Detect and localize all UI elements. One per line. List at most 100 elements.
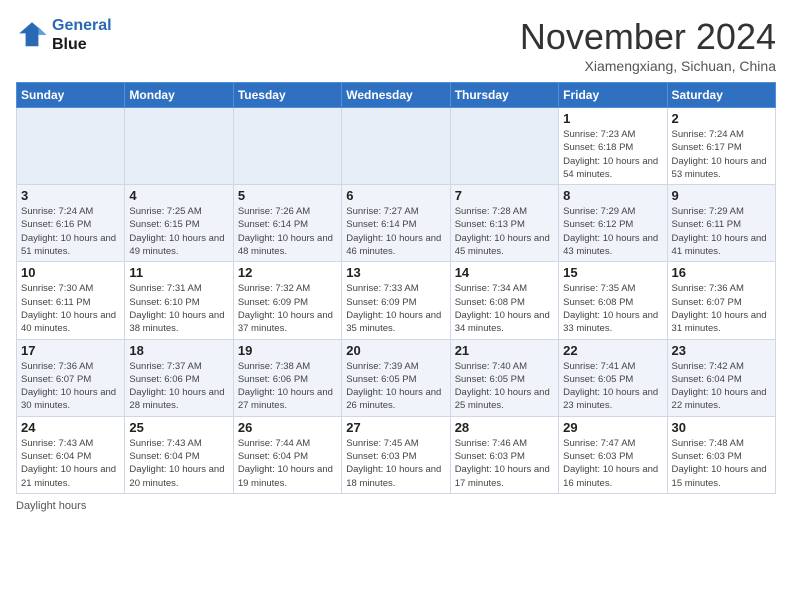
calendar-week-1: 3 Sunrise: 7:24 AM Sunset: 6:16 PM Daylig… <box>17 185 776 262</box>
calendar-cell: 17 Sunrise: 7:36 AM Sunset: 6:07 PM Dayli… <box>17 339 125 416</box>
calendar-cell: 10 Sunrise: 7:30 AM Sunset: 6:11 PM Dayli… <box>17 262 125 339</box>
day-number: 10 <box>21 265 120 280</box>
calendar-body: 1 Sunrise: 7:23 AM Sunset: 6:18 PM Daylig… <box>17 108 776 494</box>
day-number: 7 <box>455 188 554 203</box>
day-header-thursday: Thursday <box>450 83 558 108</box>
day-number: 30 <box>672 420 771 435</box>
day-info: Sunrise: 7:37 AM Sunset: 6:06 PM Dayligh… <box>129 360 228 413</box>
title-block: November 2024 Xiamengxiang, Sichuan, Chi… <box>520 16 776 74</box>
calendar-cell <box>125 108 233 185</box>
day-header-wednesday: Wednesday <box>342 83 450 108</box>
day-header-saturday: Saturday <box>667 83 775 108</box>
calendar-cell: 11 Sunrise: 7:31 AM Sunset: 6:10 PM Dayli… <box>125 262 233 339</box>
day-number: 9 <box>672 188 771 203</box>
day-number: 16 <box>672 265 771 280</box>
day-header-monday: Monday <box>125 83 233 108</box>
day-info: Sunrise: 7:43 AM Sunset: 6:04 PM Dayligh… <box>21 437 120 490</box>
day-number: 13 <box>346 265 445 280</box>
day-info: Sunrise: 7:36 AM Sunset: 6:07 PM Dayligh… <box>672 282 771 335</box>
day-number: 17 <box>21 343 120 358</box>
day-info: Sunrise: 7:30 AM Sunset: 6:11 PM Dayligh… <box>21 282 120 335</box>
day-info: Sunrise: 7:42 AM Sunset: 6:04 PM Dayligh… <box>672 360 771 413</box>
day-info: Sunrise: 7:45 AM Sunset: 6:03 PM Dayligh… <box>346 437 445 490</box>
day-number: 21 <box>455 343 554 358</box>
day-info: Sunrise: 7:33 AM Sunset: 6:09 PM Dayligh… <box>346 282 445 335</box>
day-header-sunday: Sunday <box>17 83 125 108</box>
month-title: November 2024 <box>520 16 776 58</box>
page-header: General Blue November 2024 Xiamengxiang,… <box>16 16 776 74</box>
day-info: Sunrise: 7:25 AM Sunset: 6:15 PM Dayligh… <box>129 205 228 258</box>
day-info: Sunrise: 7:47 AM Sunset: 6:03 PM Dayligh… <box>563 437 662 490</box>
calendar-cell: 26 Sunrise: 7:44 AM Sunset: 6:04 PM Dayli… <box>233 416 341 493</box>
day-number: 2 <box>672 111 771 126</box>
day-info: Sunrise: 7:29 AM Sunset: 6:12 PM Dayligh… <box>563 205 662 258</box>
day-number: 14 <box>455 265 554 280</box>
day-number: 20 <box>346 343 445 358</box>
calendar-cell <box>233 108 341 185</box>
day-info: Sunrise: 7:23 AM Sunset: 6:18 PM Dayligh… <box>563 128 662 181</box>
day-info: Sunrise: 7:26 AM Sunset: 6:14 PM Dayligh… <box>238 205 337 258</box>
day-number: 24 <box>21 420 120 435</box>
calendar-cell: 15 Sunrise: 7:35 AM Sunset: 6:08 PM Dayli… <box>559 262 667 339</box>
calendar-header-row: SundayMondayTuesdayWednesdayThursdayFrid… <box>17 83 776 108</box>
daylight-label: Daylight hours <box>16 500 86 512</box>
day-number: 26 <box>238 420 337 435</box>
logo-icon <box>16 19 48 51</box>
calendar-cell: 7Sunrise: 7:28 AM Sunset: 6:13 PM Daylig… <box>450 185 558 262</box>
day-number: 8 <box>563 188 662 203</box>
calendar-cell: 1 Sunrise: 7:23 AM Sunset: 6:18 PM Daylig… <box>559 108 667 185</box>
day-info: Sunrise: 7:43 AM Sunset: 6:04 PM Dayligh… <box>129 437 228 490</box>
day-number: 27 <box>346 420 445 435</box>
calendar-cell: 2Sunrise: 7:24 AM Sunset: 6:17 PM Daylig… <box>667 108 775 185</box>
logo-line1: General <box>52 17 112 34</box>
calendar-cell: 20 Sunrise: 7:39 AM Sunset: 6:05 PM Dayli… <box>342 339 450 416</box>
day-info: Sunrise: 7:40 AM Sunset: 6:05 PM Dayligh… <box>455 360 554 413</box>
day-info: Sunrise: 7:48 AM Sunset: 6:03 PM Dayligh… <box>672 437 771 490</box>
calendar-cell: 24 Sunrise: 7:43 AM Sunset: 6:04 PM Dayli… <box>17 416 125 493</box>
calendar-cell: 23 Sunrise: 7:42 AM Sunset: 6:04 PM Dayli… <box>667 339 775 416</box>
calendar-cell: 3 Sunrise: 7:24 AM Sunset: 6:16 PM Daylig… <box>17 185 125 262</box>
calendar-week-2: 10 Sunrise: 7:30 AM Sunset: 6:11 PM Dayli… <box>17 262 776 339</box>
day-header-tuesday: Tuesday <box>233 83 341 108</box>
footer: Daylight hours <box>16 500 776 512</box>
calendar-table: SundayMondayTuesdayWednesdayThursdayFrid… <box>16 82 776 494</box>
calendar-cell: 18Sunrise: 7:37 AM Sunset: 6:06 PM Dayli… <box>125 339 233 416</box>
day-info: Sunrise: 7:38 AM Sunset: 6:06 PM Dayligh… <box>238 360 337 413</box>
day-info: Sunrise: 7:34 AM Sunset: 6:08 PM Dayligh… <box>455 282 554 335</box>
day-number: 3 <box>21 188 120 203</box>
day-info: Sunrise: 7:31 AM Sunset: 6:10 PM Dayligh… <box>129 282 228 335</box>
day-info: Sunrise: 7:29 AM Sunset: 6:11 PM Dayligh… <box>672 205 771 258</box>
calendar-cell: 9 Sunrise: 7:29 AM Sunset: 6:11 PM Daylig… <box>667 185 775 262</box>
day-info: Sunrise: 7:36 AM Sunset: 6:07 PM Dayligh… <box>21 360 120 413</box>
calendar-cell: 25Sunrise: 7:43 AM Sunset: 6:04 PM Dayli… <box>125 416 233 493</box>
day-number: 1 <box>563 111 662 126</box>
day-info: Sunrise: 7:39 AM Sunset: 6:05 PM Dayligh… <box>346 360 445 413</box>
day-number: 5 <box>238 188 337 203</box>
day-info: Sunrise: 7:32 AM Sunset: 6:09 PM Dayligh… <box>238 282 337 335</box>
calendar-cell: 12 Sunrise: 7:32 AM Sunset: 6:09 PM Dayli… <box>233 262 341 339</box>
day-info: Sunrise: 7:27 AM Sunset: 6:14 PM Dayligh… <box>346 205 445 258</box>
logo: General Blue <box>16 16 112 54</box>
calendar-cell: 13 Sunrise: 7:33 AM Sunset: 6:09 PM Dayli… <box>342 262 450 339</box>
day-info: Sunrise: 7:44 AM Sunset: 6:04 PM Dayligh… <box>238 437 337 490</box>
calendar-week-3: 17 Sunrise: 7:36 AM Sunset: 6:07 PM Dayli… <box>17 339 776 416</box>
calendar-cell: 5 Sunrise: 7:26 AM Sunset: 6:14 PM Daylig… <box>233 185 341 262</box>
day-number: 23 <box>672 343 771 358</box>
day-number: 6 <box>346 188 445 203</box>
day-number: 12 <box>238 265 337 280</box>
calendar-cell: 27 Sunrise: 7:45 AM Sunset: 6:03 PM Dayli… <box>342 416 450 493</box>
logo-line2: Blue <box>52 36 87 53</box>
day-header-friday: Friday <box>559 83 667 108</box>
day-number: 28 <box>455 420 554 435</box>
day-number: 19 <box>238 343 337 358</box>
calendar-cell: 8 Sunrise: 7:29 AM Sunset: 6:12 PM Daylig… <box>559 185 667 262</box>
day-number: 15 <box>563 265 662 280</box>
day-number: 11 <box>129 265 228 280</box>
calendar-cell <box>342 108 450 185</box>
calendar-cell: 29Sunrise: 7:47 AM Sunset: 6:03 PM Dayli… <box>559 416 667 493</box>
day-info: Sunrise: 7:24 AM Sunset: 6:16 PM Dayligh… <box>21 205 120 258</box>
day-info: Sunrise: 7:35 AM Sunset: 6:08 PM Dayligh… <box>563 282 662 335</box>
calendar-week-4: 24 Sunrise: 7:43 AM Sunset: 6:04 PM Dayli… <box>17 416 776 493</box>
day-info: Sunrise: 7:41 AM Sunset: 6:05 PM Dayligh… <box>563 360 662 413</box>
calendar-cell <box>17 108 125 185</box>
